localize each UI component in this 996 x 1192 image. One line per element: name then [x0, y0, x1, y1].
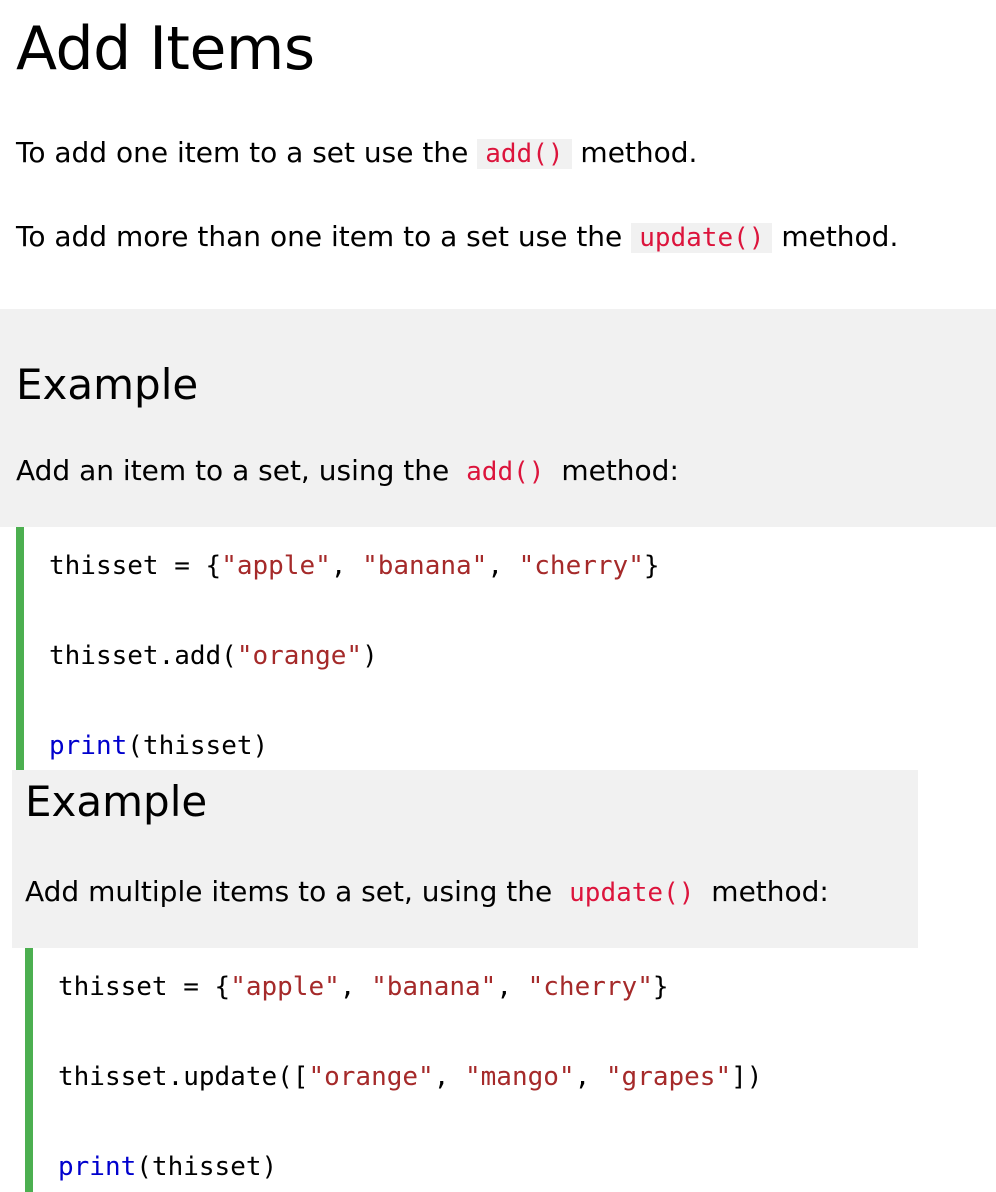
inline-code-update: update() [631, 223, 773, 253]
page-title: Add Items [16, 14, 315, 84]
code-block: thisset = {"apple", "banana", "cherry"} … [25, 948, 996, 1192]
example-box: Example Add multiple items to a set, usi… [12, 770, 918, 948]
code-line: thisset = {"apple", "banana", "cherry"} [58, 972, 669, 1002]
code-line: thisset = {"apple", "banana", "cherry"} [49, 551, 660, 581]
intro-paragraph-add: To add one item to a set use the add() m… [16, 133, 697, 174]
desc-text: Add multiple items to a set, using the [25, 875, 553, 908]
code-line: thisset.update(["orange", "mango", "grap… [58, 1062, 763, 1092]
desc-text: method: [561, 454, 679, 487]
code-line: print(thisset) [58, 1152, 278, 1182]
example-description: Add an item to a set, using the add() me… [16, 451, 679, 492]
para-text: method. [781, 220, 899, 253]
code-line: print(thisset) [49, 731, 269, 761]
example-heading: Example [25, 777, 208, 826]
example-heading: Example [16, 360, 199, 409]
para-text: method. [580, 136, 698, 169]
desc-text: Add an item to a set, using the [16, 454, 450, 487]
inline-code-update: update() [569, 878, 695, 908]
code-line: thisset.add("orange") [49, 641, 378, 671]
desc-text: method: [711, 875, 829, 908]
inline-code-add: add() [466, 457, 545, 487]
code-block: thisset = {"apple", "banana", "cherry"} … [16, 527, 996, 770]
para-text: To add one item to a set use the [16, 136, 469, 169]
para-text: To add more than one item to a set use t… [16, 220, 623, 253]
inline-code-add: add() [477, 139, 572, 169]
example-description: Add multiple items to a set, using the u… [25, 872, 829, 913]
example-box: Example Add an item to a set, using the … [0, 309, 996, 527]
intro-paragraph-update: To add more than one item to a set use t… [16, 217, 898, 258]
